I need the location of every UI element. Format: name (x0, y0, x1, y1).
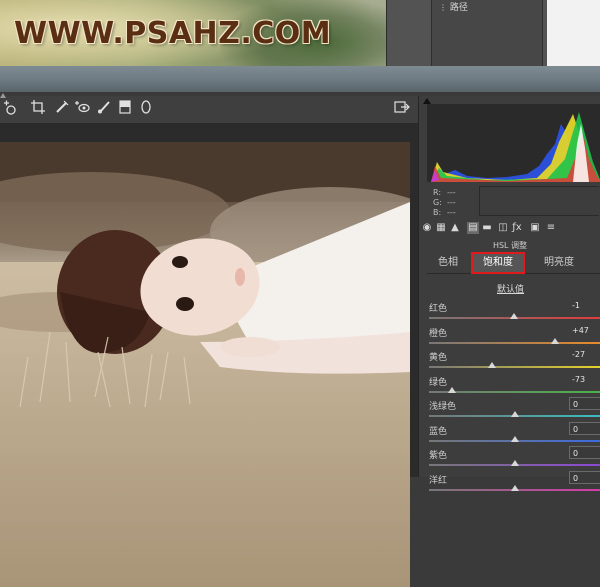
open-preferences-icon[interactable] (392, 100, 412, 120)
camera-raw-toolbar (0, 93, 418, 124)
presets-icon[interactable]: ≡ (545, 222, 557, 234)
layer-name: 路径 (449, 3, 468, 13)
window-frame-strip (0, 66, 600, 92)
slider-label: 黄色 (429, 353, 448, 363)
slider-label: 洋红 (429, 475, 448, 486)
basic-panel-icon[interactable]: ◉ (421, 222, 433, 234)
slider-value-field[interactable]: -1 (569, 299, 600, 312)
collapse-arrow-icon (0, 92, 6, 98)
slider-value-field[interactable]: 0 (569, 446, 600, 459)
red-eye-icon[interactable] (72, 100, 92, 120)
slider-value-field[interactable]: +47 (569, 324, 600, 337)
radial-filter-icon[interactable] (136, 100, 156, 120)
slider-label: 浅绿色 (429, 402, 457, 412)
adjustment-panel: R: --- G: --- B: --- ◉ ▦ ▲ ▤ ▬ ◫ ƒx ▣ ≡ HSL… (418, 96, 600, 491)
r-value: --- (447, 188, 456, 197)
hsl-subtabs: 色相 饱和度 明亮度 (427, 252, 600, 274)
default-link[interactable]: 默认值 (497, 282, 524, 295)
crop-icon[interactable] (28, 100, 48, 120)
document-edge (547, 0, 600, 66)
detail-icon[interactable]: ▲ (449, 222, 461, 234)
camera-calibration-icon[interactable]: ▣ (529, 222, 541, 234)
tab-hue[interactable]: 色相 (427, 252, 469, 274)
slider-row: 橙色 +47 (429, 326, 600, 350)
photo-illustration (0, 142, 410, 587)
slider-thumb[interactable] (510, 313, 519, 319)
preview-photo (0, 142, 410, 587)
slider-thumb[interactable] (511, 435, 519, 442)
slider-row: 黄色 -27 (429, 350, 600, 374)
layers-panel: ⋮ 路径 (386, 0, 600, 66)
tone-curve-icon[interactable]: ▦ (435, 222, 447, 234)
slider-label: 红色 (429, 304, 448, 314)
slider-value-field[interactable]: 0 (569, 470, 600, 484)
histogram-graph (431, 112, 600, 182)
slider-thumb[interactable] (511, 460, 519, 466)
r-label: R: (433, 188, 442, 197)
slider-row: 绿色 -73 (429, 375, 600, 399)
b-value: --- (447, 208, 456, 217)
effects-icon[interactable]: ƒx (511, 222, 523, 234)
g-value: --- (447, 198, 456, 207)
split-toning-icon[interactable]: ▬ (481, 222, 493, 234)
slider-value-field[interactable]: -27 (569, 348, 600, 361)
slider-row: 蓝色 0 (429, 421, 600, 448)
slider-track[interactable] (429, 341, 600, 344)
layer-row[interactable]: ⋮ 路径 (439, 0, 489, 13)
brush-icon[interactable] (94, 100, 114, 120)
g-label: G: (433, 198, 442, 207)
readout-box (479, 186, 599, 216)
slider-label: 蓝色 (429, 426, 448, 437)
tab-saturation[interactable]: 饱和度 (471, 252, 525, 274)
slider-thumb[interactable] (487, 362, 496, 368)
hsl-panel-title: HSL 调整 (492, 241, 528, 250)
slider-value-field[interactable]: 0 (569, 397, 600, 410)
slider-value-field[interactable]: 0 (569, 421, 600, 435)
panel-tab-icons: ◉ ▦ ▲ ▤ ▬ ◫ ƒx ▣ ≡ (419, 220, 600, 238)
hsl-panel-icon[interactable]: ▤ (467, 222, 479, 234)
tab-luminance[interactable]: 明亮度 (531, 252, 587, 274)
slider-label: 橙色 (429, 328, 448, 339)
b-label: B: (433, 208, 442, 217)
target-adjust-icon[interactable] (0, 100, 20, 120)
slider-row: 洋红 0 (429, 470, 600, 497)
graduated-filter-icon[interactable] (115, 100, 135, 120)
slider-row: 浅绿色 0 (429, 397, 600, 423)
image-canvas[interactable] (0, 124, 418, 587)
slider-row: 紫色 0 (429, 446, 600, 472)
rgb-readout: R: --- G: --- B: --- (433, 188, 461, 218)
slider-value-field[interactable]: -73 (569, 373, 600, 386)
site-watermark: WWW.PSAHZ.COM (14, 16, 332, 51)
slider-thumb[interactable] (511, 484, 519, 491)
slider-label: 紫色 (429, 451, 448, 461)
histogram (427, 104, 600, 182)
path-icon: ⋮ (439, 3, 447, 12)
slider-label: 绿色 (429, 377, 448, 388)
slider-thumb[interactable] (448, 386, 457, 393)
spot-removal-icon[interactable] (52, 100, 72, 120)
lens-corrections-icon[interactable]: ◫ (497, 222, 509, 234)
slider-thumb[interactable] (511, 411, 519, 417)
slider-row: 红色 -1 (429, 301, 600, 325)
slider-thumb[interactable] (551, 337, 560, 344)
slider-track[interactable] (429, 366, 600, 368)
